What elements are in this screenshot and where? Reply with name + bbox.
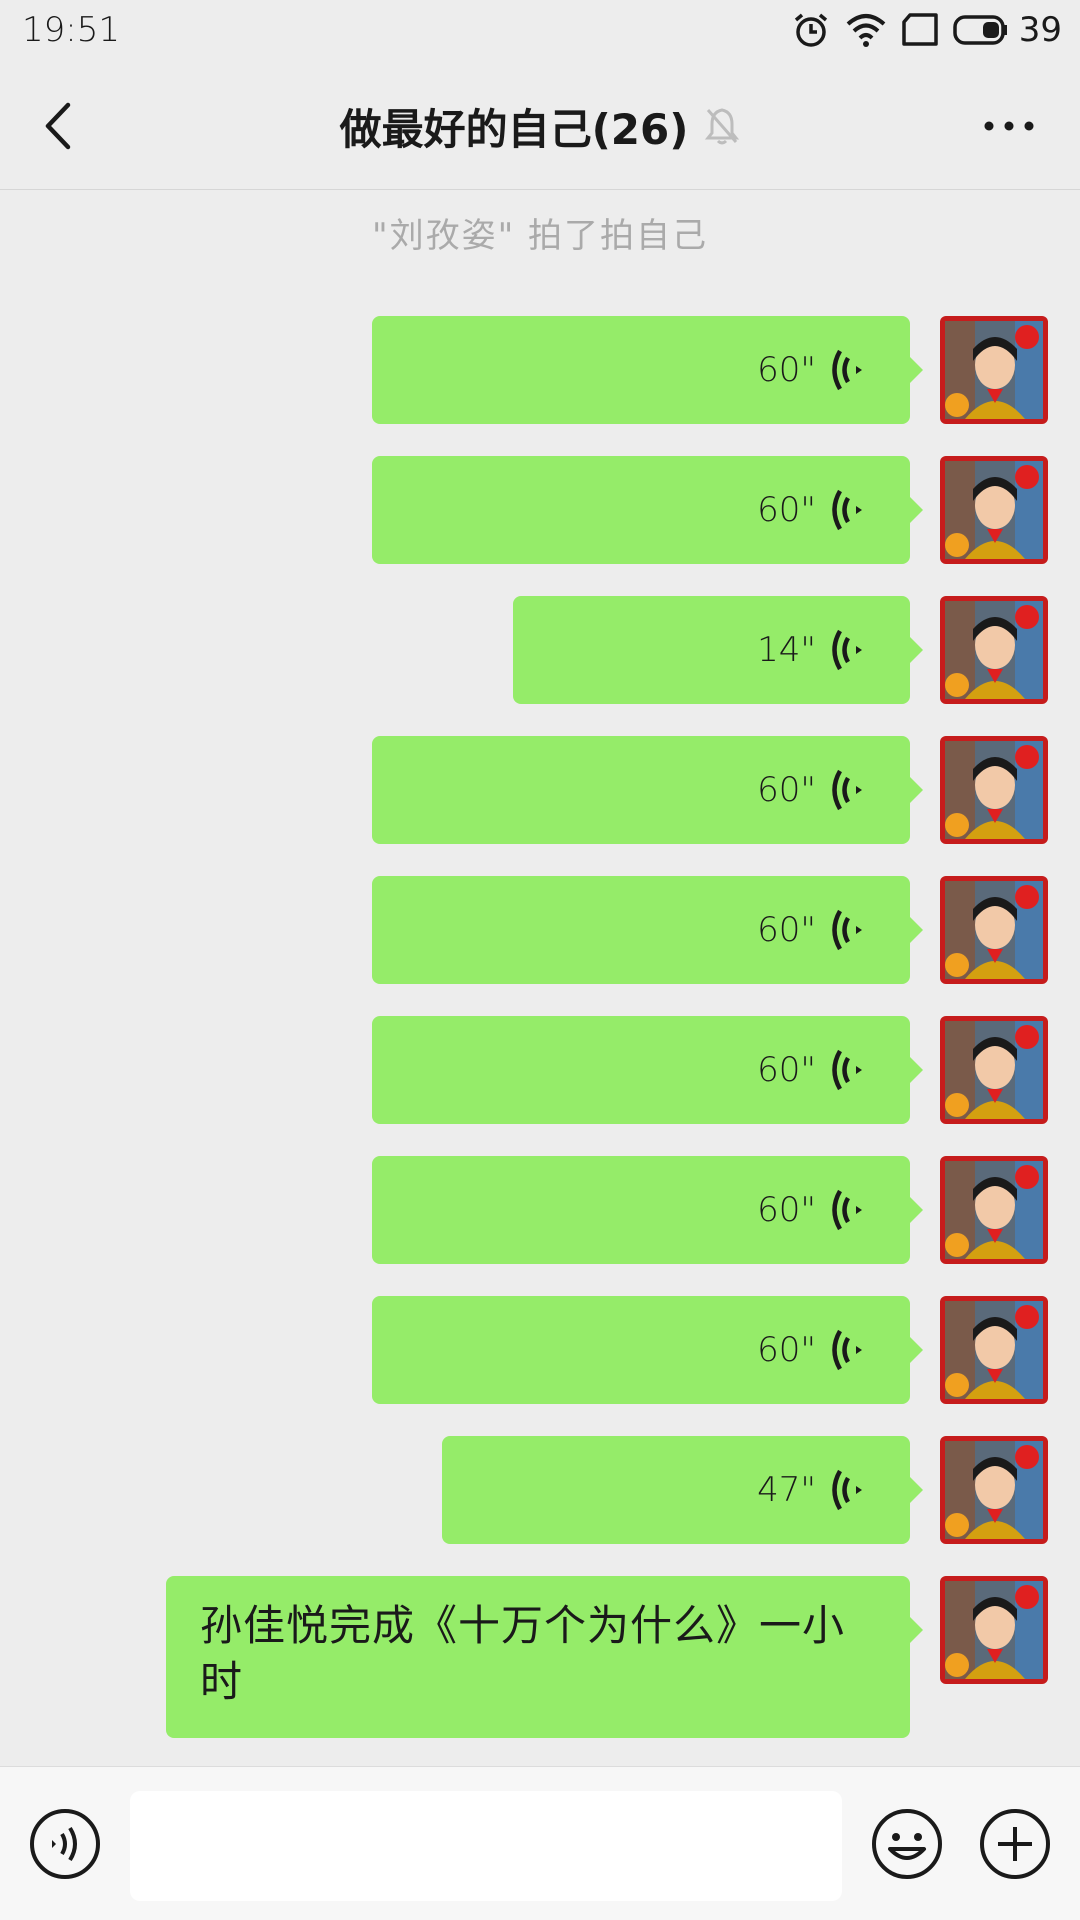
avatar[interactable] bbox=[940, 1156, 1048, 1264]
plus-icon bbox=[980, 1809, 1050, 1879]
sim-card-icon bbox=[901, 13, 939, 47]
back-chevron-icon bbox=[45, 102, 71, 150]
voice-duration: 60" bbox=[757, 350, 816, 390]
wifi-icon bbox=[845, 10, 887, 50]
text-message[interactable]: 孙佳悦完成《十万个为什么》一小时 bbox=[166, 1576, 1048, 1738]
voice-message[interactable]: 14" bbox=[513, 596, 1048, 704]
voice-bubble[interactable]: 14" bbox=[513, 596, 923, 704]
voice-duration: 60" bbox=[757, 1050, 816, 1090]
voice-duration: 60" bbox=[757, 490, 816, 530]
voice-bubble[interactable]: 47" bbox=[442, 1436, 923, 1544]
title-wrap: 做最好的自己(26) bbox=[0, 62, 1080, 190]
input-bar bbox=[0, 1766, 1080, 1920]
voice-wave-icon bbox=[830, 628, 864, 672]
battery-icon bbox=[952, 14, 1009, 46]
more-functions-button[interactable] bbox=[978, 1807, 1052, 1881]
emoji-icon bbox=[872, 1809, 942, 1879]
avatar[interactable] bbox=[940, 1016, 1048, 1124]
chat-header: 做最好的自己(26) bbox=[0, 62, 1080, 190]
voice-bubble[interactable]: 60" bbox=[372, 736, 923, 844]
status-time: 19:51 bbox=[22, 10, 120, 50]
voice-input-button[interactable] bbox=[28, 1807, 102, 1881]
voice-bubble[interactable]: 60" bbox=[372, 1016, 923, 1124]
voice-wave-icon bbox=[830, 488, 864, 532]
voice-input-icon bbox=[30, 1809, 100, 1879]
chat-title: 做最好的自己(26) bbox=[339, 104, 689, 154]
voice-wave-icon bbox=[830, 1468, 864, 1512]
voice-duration: 60" bbox=[757, 1190, 816, 1230]
status-icons: 39 bbox=[791, 8, 1062, 52]
back-button[interactable] bbox=[30, 98, 86, 154]
voice-bubble[interactable]: 60" bbox=[372, 1296, 923, 1404]
voice-wave-icon bbox=[830, 1048, 864, 1092]
text-bubble[interactable]: 孙佳悦完成《十万个为什么》一小时 bbox=[166, 1576, 923, 1738]
voice-wave-icon bbox=[830, 768, 864, 812]
more-button[interactable] bbox=[974, 108, 1044, 144]
voice-wave-icon bbox=[830, 908, 864, 952]
emoji-button[interactable] bbox=[870, 1807, 944, 1881]
voice-bubble[interactable]: 60" bbox=[372, 456, 923, 564]
voice-message[interactable]: 60" bbox=[372, 1156, 1048, 1264]
more-dots-icon bbox=[984, 121, 1034, 131]
voice-duration: 60" bbox=[757, 770, 816, 810]
muted-bell-icon bbox=[704, 106, 740, 146]
status-bar: 19:51 39 bbox=[0, 0, 1080, 62]
avatar[interactable] bbox=[940, 1296, 1048, 1404]
alarm-icon bbox=[791, 10, 831, 50]
avatar[interactable] bbox=[940, 596, 1048, 704]
voice-bubble[interactable]: 60" bbox=[372, 1156, 923, 1264]
avatar[interactable] bbox=[940, 876, 1048, 984]
avatar[interactable] bbox=[940, 316, 1048, 424]
voice-duration: 60" bbox=[757, 910, 816, 950]
voice-message[interactable]: 60" bbox=[372, 316, 1048, 424]
voice-message[interactable]: 60" bbox=[372, 736, 1048, 844]
system-notice: "刘孜姿" 拍了拍自己 bbox=[371, 216, 709, 256]
voice-duration: 60" bbox=[757, 1330, 816, 1370]
voice-bubble[interactable]: 60" bbox=[372, 316, 923, 424]
voice-message[interactable]: 60" bbox=[372, 876, 1048, 984]
avatar[interactable] bbox=[940, 1436, 1048, 1544]
voice-bubble[interactable]: 60" bbox=[372, 876, 923, 984]
avatar[interactable] bbox=[940, 736, 1048, 844]
battery-level: 39 bbox=[1018, 10, 1062, 50]
voice-message[interactable]: 60" bbox=[372, 456, 1048, 564]
voice-message[interactable]: 47" bbox=[442, 1436, 1048, 1544]
avatar[interactable] bbox=[940, 1576, 1048, 1684]
voice-duration: 14" bbox=[757, 630, 816, 670]
message-input[interactable] bbox=[130, 1791, 842, 1901]
voice-wave-icon bbox=[830, 1328, 864, 1372]
voice-wave-icon bbox=[830, 1188, 864, 1232]
voice-wave-icon bbox=[830, 348, 864, 392]
voice-message[interactable]: 60" bbox=[372, 1296, 1048, 1404]
avatar[interactable] bbox=[940, 456, 1048, 564]
voice-message[interactable]: 60" bbox=[372, 1016, 1048, 1124]
voice-duration: 47" bbox=[757, 1470, 816, 1510]
